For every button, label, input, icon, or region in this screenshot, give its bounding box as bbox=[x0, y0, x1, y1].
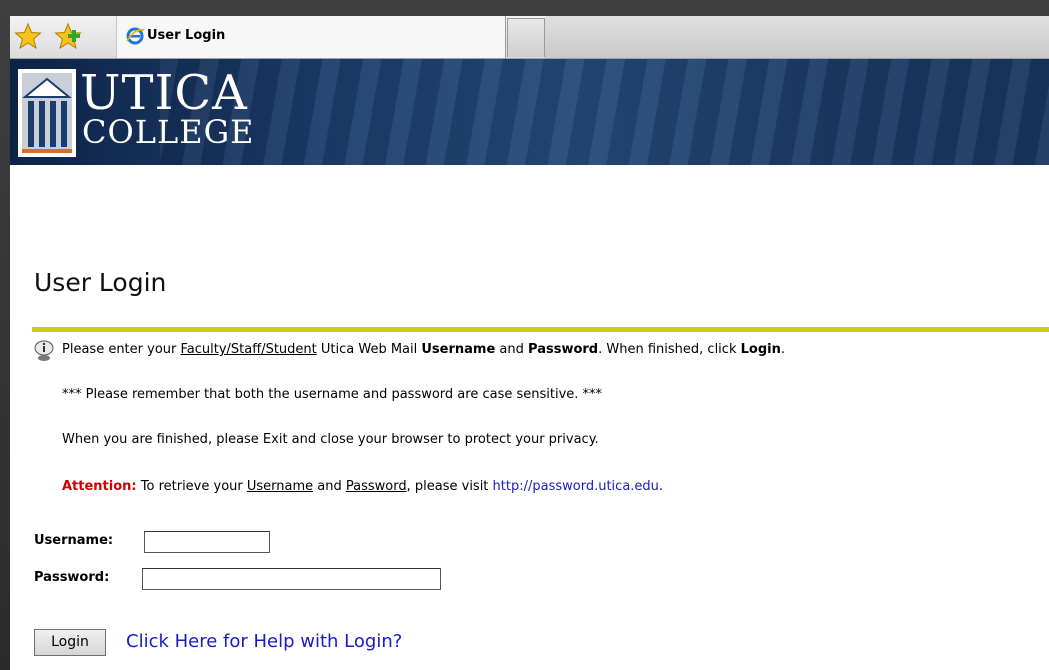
password-link[interactable]: Password bbox=[346, 479, 407, 494]
internet-explorer-icon bbox=[126, 27, 145, 45]
username-emphasis: Username bbox=[421, 342, 496, 357]
attention-and: and bbox=[313, 479, 346, 494]
attention-text1: To retrieve your bbox=[136, 479, 247, 494]
password-site-link[interactable]: http://password.utica.edu bbox=[493, 479, 659, 494]
college-logo-icon bbox=[18, 69, 76, 157]
page-title: User Login bbox=[34, 268, 167, 297]
banner-photo bbox=[160, 59, 1049, 165]
login-emphasis: Login bbox=[740, 342, 781, 357]
tab-strip bbox=[545, 16, 1049, 58]
header-banner: UTICA COLLEGE bbox=[10, 59, 1049, 165]
instruction-and: and bbox=[495, 342, 529, 357]
attention-end: . bbox=[658, 479, 664, 494]
heading-divider bbox=[32, 327, 1049, 332]
tab-title: User Login bbox=[147, 28, 226, 43]
username-link[interactable]: Username bbox=[247, 479, 313, 494]
add-to-favorites-icon[interactable] bbox=[54, 22, 82, 50]
favorites-star-icon[interactable] bbox=[14, 22, 42, 50]
tab-user-login[interactable]: User Login bbox=[116, 16, 506, 58]
username-label: Username: bbox=[34, 533, 114, 548]
faculty-staff-student-link[interactable]: Faculty/Staff/Student bbox=[181, 342, 317, 357]
info-icon bbox=[34, 340, 54, 361]
help-login-link[interactable]: Click Here for Help with Login? bbox=[126, 631, 402, 652]
case-sensitive-notice: *** Please remember that both the userna… bbox=[62, 387, 603, 402]
attention-notice: Attention: To retrieve your Username and… bbox=[62, 479, 663, 494]
logo-text-utica: UTICA bbox=[80, 65, 248, 121]
attention-label: Attention: bbox=[62, 479, 137, 494]
password-label: Password: bbox=[34, 570, 110, 585]
browser-tab-bar: User Login bbox=[10, 16, 1049, 59]
instruction-end: . bbox=[780, 342, 785, 357]
username-input[interactable] bbox=[144, 531, 270, 553]
instruction-mid1: Utica Web Mail bbox=[316, 342, 422, 357]
login-button[interactable]: Login bbox=[34, 629, 106, 656]
password-emphasis: Password bbox=[528, 342, 599, 357]
instruction-prefix: Please enter your bbox=[62, 342, 181, 357]
logo-text-college: COLLEGE bbox=[82, 113, 255, 151]
password-input[interactable] bbox=[142, 568, 441, 590]
attention-text2: , please visit bbox=[406, 479, 493, 494]
instruction-mid2: . When finished, click bbox=[598, 342, 741, 357]
new-tab-button[interactable] bbox=[507, 18, 545, 57]
page-content: UTICA COLLEGE User Login Please enter yo… bbox=[10, 59, 1049, 670]
privacy-notice: When you are finished, please Exit and c… bbox=[62, 432, 599, 447]
